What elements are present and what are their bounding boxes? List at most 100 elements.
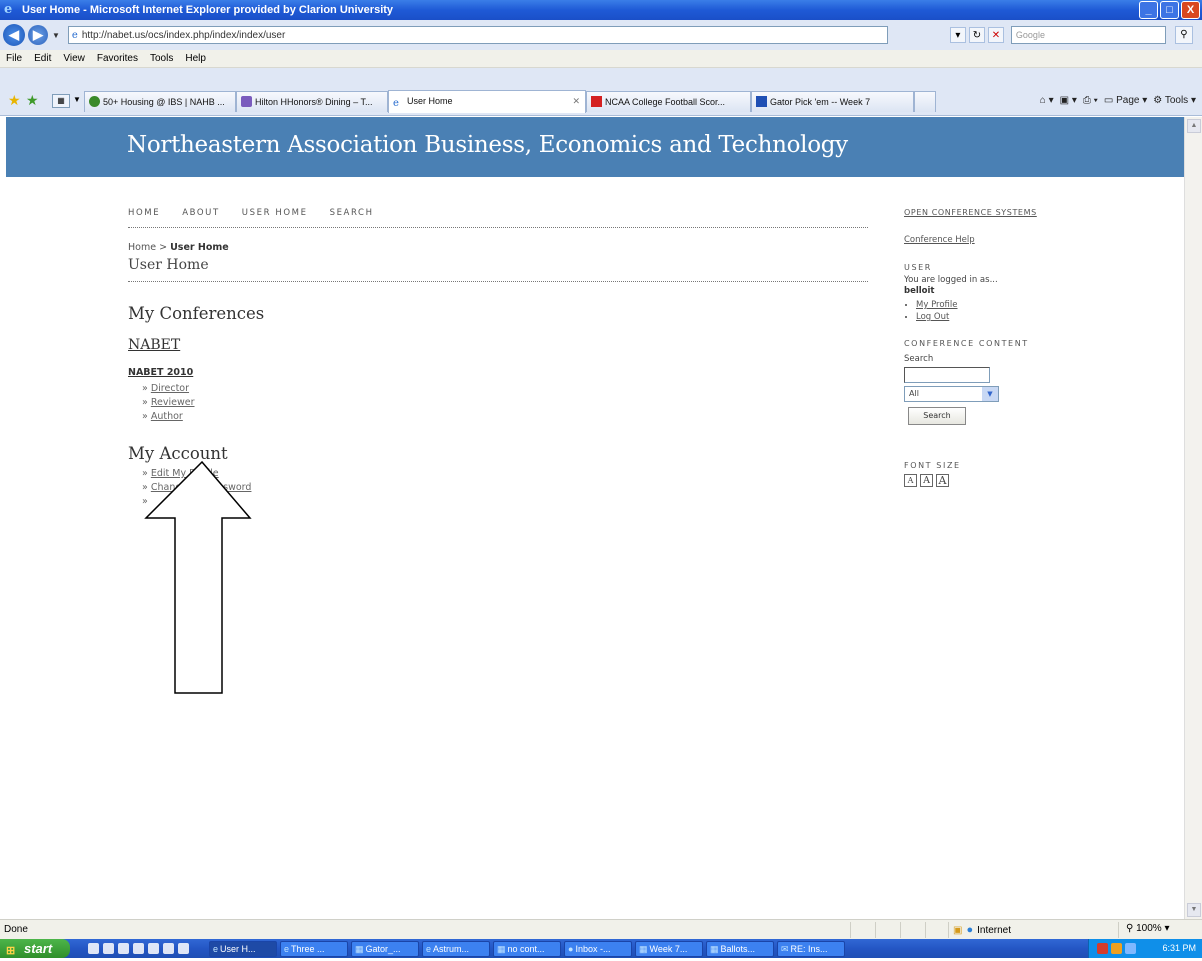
tab-ncaa[interactable]: NCAA College Football Scor... (586, 91, 751, 112)
stop-icon[interactable]: ✕ (987, 27, 1004, 43)
font-small-button[interactable]: A (904, 474, 917, 487)
close-button[interactable]: X (1181, 1, 1200, 19)
role-list: » Director » Reviewer » Author (142, 382, 874, 424)
nav-about[interactable]: ABOUT (182, 208, 220, 218)
edit-profile-link[interactable]: Edit My Profile (151, 468, 219, 479)
conference-link[interactable]: NABET (128, 337, 180, 353)
quick-tabs-icon[interactable]: ▦ (52, 94, 70, 108)
back-button[interactable]: ◀ (3, 24, 25, 46)
app-launch-icon[interactable] (148, 943, 159, 954)
scheduled-conference-link[interactable]: NABET 2010 (128, 367, 874, 378)
conference-help-link[interactable]: Conference Help (904, 235, 1104, 245)
font-large-button[interactable]: A (936, 474, 949, 487)
font-medium-button[interactable]: A (920, 474, 933, 487)
tab-list-dropdown[interactable]: ▼ (73, 95, 81, 104)
tab-user-home[interactable]: e User Home ✕ (388, 90, 586, 113)
change-password-link[interactable]: Change My Password (151, 482, 252, 493)
outlook-launch-icon[interactable] (118, 943, 129, 954)
search-icon[interactable]: ⚲ (1174, 26, 1193, 44)
scroll-up-icon[interactable]: ▲ (1187, 119, 1201, 133)
role-reviewer-link[interactable]: Reviewer (151, 397, 195, 408)
start-button[interactable]: ⊞ start (0, 939, 70, 958)
taskbar-item[interactable]: e User H... (209, 940, 277, 957)
ocs-link[interactable]: OPEN CONFERENCE SYSTEMS (904, 208, 1104, 217)
menu-file[interactable]: File (6, 53, 22, 64)
vertical-scrollbar[interactable]: ▲ ▼ (1184, 117, 1202, 919)
zoom-level[interactable]: ⚲ 100% ▾ (1126, 923, 1170, 934)
list-item: » Edit My Profile (142, 468, 219, 479)
divider (875, 922, 876, 938)
refresh-icon[interactable]: ↻ (968, 27, 985, 43)
sidebar-search-input[interactable] (904, 367, 990, 383)
minimize-button[interactable]: _ (1139, 1, 1158, 19)
feeds-icon[interactable]: ▣ ▾ (1060, 95, 1077, 106)
status-bar: Done ▣ ● Internet ⚲ 100% ▾ (0, 919, 1202, 939)
role-author-link[interactable]: Author (151, 411, 183, 422)
show-desktop-icon[interactable] (88, 943, 99, 954)
taskbar-item[interactable]: e Astrum... (422, 940, 490, 957)
recent-pages-dropdown[interactable]: ▼ (52, 31, 60, 40)
nav-user-home[interactable]: USER HOME (242, 208, 308, 218)
ie-icon: e (213, 943, 219, 954)
print-icon[interactable]: ⎙ ▾ (1083, 95, 1098, 106)
new-tab-button[interactable] (914, 91, 936, 112)
scroll-down-icon[interactable]: ▼ (1187, 903, 1201, 917)
address-input[interactable]: e http://nabet.us/ocs/index.php/index/in… (67, 26, 888, 44)
app-launch-icon[interactable] (178, 943, 189, 954)
taskbar-item[interactable]: ▦ Gator_... (351, 940, 419, 957)
menu-favorites[interactable]: Favorites (97, 53, 138, 64)
volume-icon[interactable] (1125, 943, 1136, 954)
taskbar-item[interactable]: ▦ Week 7... (635, 940, 703, 957)
menu-help[interactable]: Help (185, 53, 206, 64)
divider (1118, 922, 1119, 938)
taskbar: ⊞ start e User H... e Three ... ▦ Gator_...… (0, 939, 1202, 958)
clock: 6:31 PM (1162, 943, 1196, 953)
menu-view[interactable]: View (63, 53, 85, 64)
chevron-down-icon: ▼ (982, 387, 998, 401)
network-icon[interactable] (1111, 943, 1122, 954)
tools-menu[interactable]: ⚙ Tools ▾ (1153, 95, 1196, 106)
sidebar-search-button[interactable]: Search (908, 407, 966, 425)
taskbar-item[interactable]: e Three ... (280, 940, 348, 957)
tab-housing[interactable]: 50+ Housing @ IBS | NAHB ... (84, 91, 236, 112)
quick-launch (88, 943, 189, 954)
menu-tools[interactable]: Tools (150, 53, 173, 64)
ie-icon: e (426, 943, 432, 954)
page-menu[interactable]: ▭ Page ▾ (1104, 95, 1147, 106)
taskbar-item[interactable]: ● Inbox -... (564, 940, 632, 957)
security-icon[interactable] (1097, 943, 1108, 954)
tab-gator[interactable]: Gator Pick 'em -- Week 7 (751, 91, 914, 112)
tab-close-icon[interactable]: ✕ (572, 91, 580, 111)
my-profile-link[interactable]: My Profile (916, 300, 958, 310)
tab-bar: ★ ★ ▦ ▼ 50+ Housing @ IBS | NAHB ... Hil… (0, 68, 1202, 116)
outlook-icon: ● (568, 943, 574, 954)
menu-edit[interactable]: Edit (34, 53, 51, 64)
address-dropdown-icon[interactable]: ▾ (949, 27, 966, 43)
nav-search[interactable]: SEARCH (330, 208, 374, 218)
search-scope-select[interactable]: All ▼ (904, 386, 999, 402)
maximize-button[interactable]: □ (1160, 1, 1179, 19)
role-director-link[interactable]: Director (151, 383, 189, 394)
home-icon[interactable]: ⌂ ▾ (1040, 95, 1054, 106)
taskbar-item[interactable]: ▦ Ballots... (706, 940, 774, 957)
user-heading: USER (904, 263, 932, 272)
app-launch-icon[interactable] (163, 943, 174, 954)
favorites-star-icon[interactable]: ★ (8, 92, 21, 109)
menu-bar: File Edit View Favorites Tools Help (0, 50, 1202, 68)
calendar-launch-icon[interactable] (133, 943, 144, 954)
user-links: My Profile Log Out (916, 299, 1104, 323)
search-input[interactable]: Google (1010, 26, 1166, 44)
tab-label: Hilton HHonors® Dining – T... (255, 97, 373, 107)
tab-hilton[interactable]: Hilton HHonors® Dining – T... (236, 91, 388, 112)
nav-home[interactable]: HOME (128, 208, 160, 218)
taskbar-item[interactable]: ▦ no cont... (493, 940, 561, 957)
username: belloit (904, 286, 935, 296)
forward-button[interactable]: ▶ (28, 25, 48, 45)
ie-launch-icon[interactable] (103, 943, 114, 954)
breadcrumb-home[interactable]: Home (128, 242, 156, 253)
divider (925, 922, 926, 938)
log-out-link[interactable]: Log Out (916, 312, 949, 322)
add-favorite-icon[interactable]: ★ (26, 92, 39, 109)
security-zone[interactable]: ▣ ● Internet (948, 922, 1011, 938)
taskbar-item[interactable]: ✉ RE: Ins... (777, 940, 845, 957)
